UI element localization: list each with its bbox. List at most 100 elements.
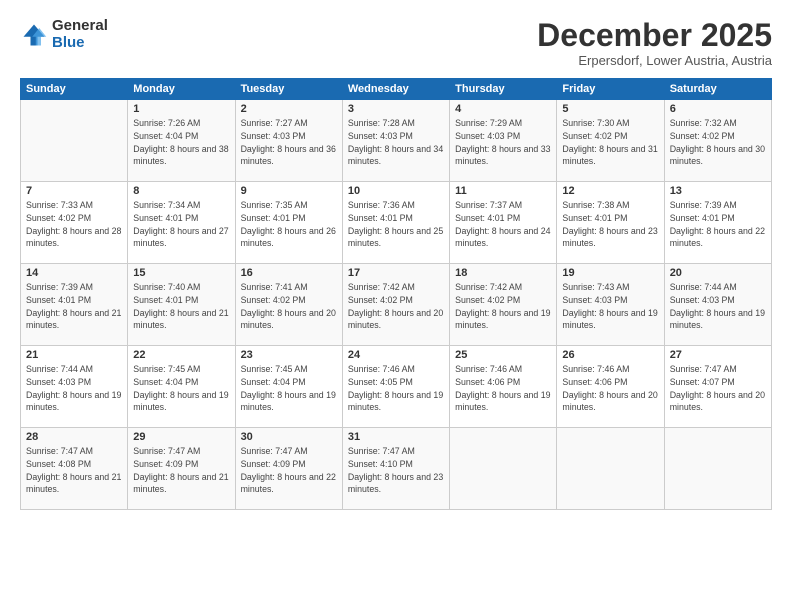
logo-icon — [20, 21, 48, 49]
day-number: 13 — [670, 185, 766, 197]
calendar-cell: 18 Sunrise: 7:42 AMSunset: 4:02 PMDayligh… — [450, 264, 557, 346]
calendar-cell: 9Sunrise: 7:35 AMSunset: 4:01 PMDaylight… — [235, 182, 342, 264]
calendar-cell: 8 Sunrise: 7:34 AMSunset: 4:01 PMDaylight… — [128, 182, 235, 264]
calendar-cell: 13 Sunrise: 7:39 AMSunset: 4:01 PMDayligh… — [664, 182, 771, 264]
weekday-header-row: SundayMondayTuesdayWednesdayThursdayFrid… — [21, 79, 772, 100]
day-number: 24 — [348, 349, 444, 361]
calendar-cell: 21 Sunrise: 7:44 AMSunset: 4:03 PMDayligh… — [21, 346, 128, 428]
day-info: Sunrise: 7:29 AMSunset: 4:03 PMDaylight:… — [455, 117, 551, 168]
day-number: 27 — [670, 349, 766, 361]
day-number: 19 — [562, 267, 658, 279]
day-number: 31 — [348, 431, 444, 443]
day-number: 5 — [562, 103, 658, 115]
day-info: Sunrise: 7:41 AMSunset: 4:02 PMDaylight:… — [241, 281, 337, 332]
calendar-cell: 29 Sunrise: 7:47 AMSunset: 4:09 PMDayligh… — [128, 428, 235, 510]
day-info: Sunrise: 7:30 AMSunset: 4:02 PMDaylight:… — [562, 117, 658, 168]
day-number: 28 — [26, 431, 122, 443]
calendar-cell: 11 Sunrise: 7:37 AMSunset: 4:01 PMDayligh… — [450, 182, 557, 264]
weekday-header-monday: Monday — [128, 79, 235, 100]
calendar-cell: 6Sunrise: 7:32 AMSunset: 4:02 PMDaylight… — [664, 100, 771, 182]
weekday-header-thursday: Thursday — [450, 79, 557, 100]
logo-general-text: General — [52, 18, 108, 35]
day-number: 3 — [348, 103, 444, 115]
day-info: Sunrise: 7:47 AMSunset: 4:09 PMDaylight:… — [133, 445, 229, 496]
day-info: Sunrise: 7:42 AMSunset: 4:02 PMDaylight:… — [348, 281, 444, 332]
day-number: 1 — [133, 103, 229, 115]
day-number: 12 — [562, 185, 658, 197]
calendar-cell: 27 Sunrise: 7:47 AMSunset: 4:07 PMDayligh… — [664, 346, 771, 428]
day-info: Sunrise: 7:35 AMSunset: 4:01 PMDaylight:… — [241, 199, 337, 250]
weekday-header-sunday: Sunday — [21, 79, 128, 100]
day-number: 21 — [26, 349, 122, 361]
day-number: 26 — [562, 349, 658, 361]
day-info: Sunrise: 7:45 AMSunset: 4:04 PMDaylight:… — [241, 363, 337, 414]
day-info: Sunrise: 7:36 AMSunset: 4:01 PMDaylight:… — [348, 199, 444, 250]
calendar-cell: 30 Sunrise: 7:47 AMSunset: 4:09 PMDayligh… — [235, 428, 342, 510]
day-info: Sunrise: 7:47 AMSunset: 4:08 PMDaylight:… — [26, 445, 122, 496]
calendar-cell — [664, 428, 771, 510]
day-number: 23 — [241, 349, 337, 361]
month-title: December 2025 — [537, 18, 772, 53]
day-number: 30 — [241, 431, 337, 443]
calendar-cell: 19 Sunrise: 7:43 AMSunset: 4:03 PMDayligh… — [557, 264, 664, 346]
calendar-cell: 17 Sunrise: 7:42 AMSunset: 4:02 PMDayligh… — [342, 264, 449, 346]
day-info: Sunrise: 7:47 AMSunset: 4:07 PMDaylight:… — [670, 363, 766, 414]
logo-blue-text: Blue — [52, 35, 108, 52]
day-info: Sunrise: 7:43 AMSunset: 4:03 PMDaylight:… — [562, 281, 658, 332]
day-info: Sunrise: 7:40 AMSunset: 4:01 PMDaylight:… — [133, 281, 229, 332]
calendar-cell: 23 Sunrise: 7:45 AMSunset: 4:04 PMDayligh… — [235, 346, 342, 428]
calendar-cell — [557, 428, 664, 510]
weekday-header-tuesday: Tuesday — [235, 79, 342, 100]
day-info: Sunrise: 7:37 AMSunset: 4:01 PMDaylight:… — [455, 199, 551, 250]
day-number: 10 — [348, 185, 444, 197]
logo-text: General Blue — [52, 18, 108, 51]
day-info: Sunrise: 7:46 AMSunset: 4:05 PMDaylight:… — [348, 363, 444, 414]
calendar-cell: 31 Sunrise: 7:47 AMSunset: 4:10 PMDayligh… — [342, 428, 449, 510]
day-info: Sunrise: 7:44 AMSunset: 4:03 PMDaylight:… — [26, 363, 122, 414]
day-number: 14 — [26, 267, 122, 279]
calendar-cell: 14Sunrise: 7:39 AMSunset: 4:01 PMDayligh… — [21, 264, 128, 346]
day-info: Sunrise: 7:34 AMSunset: 4:01 PMDaylight:… — [133, 199, 229, 250]
calendar-cell: 7Sunrise: 7:33 AMSunset: 4:02 PMDaylight… — [21, 182, 128, 264]
day-info: Sunrise: 7:26 AMSunset: 4:04 PMDaylight:… — [133, 117, 229, 168]
calendar-cell: 2 Sunrise: 7:27 AMSunset: 4:03 PMDaylight… — [235, 100, 342, 182]
week-row-3: 14Sunrise: 7:39 AMSunset: 4:01 PMDayligh… — [21, 264, 772, 346]
day-info: Sunrise: 7:47 AMSunset: 4:10 PMDaylight:… — [348, 445, 444, 496]
day-info: Sunrise: 7:32 AMSunset: 4:02 PMDaylight:… — [670, 117, 766, 168]
day-number: 25 — [455, 349, 551, 361]
location: Erpersdorf, Lower Austria, Austria — [537, 53, 772, 68]
day-number: 8 — [133, 185, 229, 197]
day-number: 16 — [241, 267, 337, 279]
day-number: 2 — [241, 103, 337, 115]
calendar-cell: 1 Sunrise: 7:26 AMSunset: 4:04 PMDaylight… — [128, 100, 235, 182]
day-info: Sunrise: 7:27 AMSunset: 4:03 PMDaylight:… — [241, 117, 337, 168]
day-number: 18 — [455, 267, 551, 279]
weekday-header-saturday: Saturday — [664, 79, 771, 100]
day-info: Sunrise: 7:38 AMSunset: 4:01 PMDaylight:… — [562, 199, 658, 250]
calendar-cell: 12 Sunrise: 7:38 AMSunset: 4:01 PMDayligh… — [557, 182, 664, 264]
day-number: 29 — [133, 431, 229, 443]
calendar-cell: 4Sunrise: 7:29 AMSunset: 4:03 PMDaylight… — [450, 100, 557, 182]
day-info: Sunrise: 7:47 AMSunset: 4:09 PMDaylight:… — [241, 445, 337, 496]
day-number: 20 — [670, 267, 766, 279]
day-info: Sunrise: 7:28 AMSunset: 4:03 PMDaylight:… — [348, 117, 444, 168]
week-row-2: 7Sunrise: 7:33 AMSunset: 4:02 PMDaylight… — [21, 182, 772, 264]
day-info: Sunrise: 7:42 AMSunset: 4:02 PMDaylight:… — [455, 281, 551, 332]
weekday-header-friday: Friday — [557, 79, 664, 100]
day-info: Sunrise: 7:45 AMSunset: 4:04 PMDaylight:… — [133, 363, 229, 414]
calendar-cell: 28 Sunrise: 7:47 AMSunset: 4:08 PMDayligh… — [21, 428, 128, 510]
title-block: December 2025 Erpersdorf, Lower Austria,… — [537, 18, 772, 68]
calendar-cell: 15Sunrise: 7:40 AMSunset: 4:01 PMDayligh… — [128, 264, 235, 346]
day-number: 11 — [455, 185, 551, 197]
calendar-cell: 16 Sunrise: 7:41 AMSunset: 4:02 PMDayligh… — [235, 264, 342, 346]
day-info: Sunrise: 7:46 AMSunset: 4:06 PMDaylight:… — [562, 363, 658, 414]
day-info: Sunrise: 7:44 AMSunset: 4:03 PMDaylight:… — [670, 281, 766, 332]
week-row-5: 28 Sunrise: 7:47 AMSunset: 4:08 PMDayligh… — [21, 428, 772, 510]
day-number: 7 — [26, 185, 122, 197]
calendar-cell: 10 Sunrise: 7:36 AMSunset: 4:01 PMDayligh… — [342, 182, 449, 264]
day-info: Sunrise: 7:39 AMSunset: 4:01 PMDaylight:… — [670, 199, 766, 250]
calendar-cell: 5 Sunrise: 7:30 AMSunset: 4:02 PMDaylight… — [557, 100, 664, 182]
week-row-1: 1 Sunrise: 7:26 AMSunset: 4:04 PMDaylight… — [21, 100, 772, 182]
day-info: Sunrise: 7:46 AMSunset: 4:06 PMDaylight:… — [455, 363, 551, 414]
day-number: 17 — [348, 267, 444, 279]
